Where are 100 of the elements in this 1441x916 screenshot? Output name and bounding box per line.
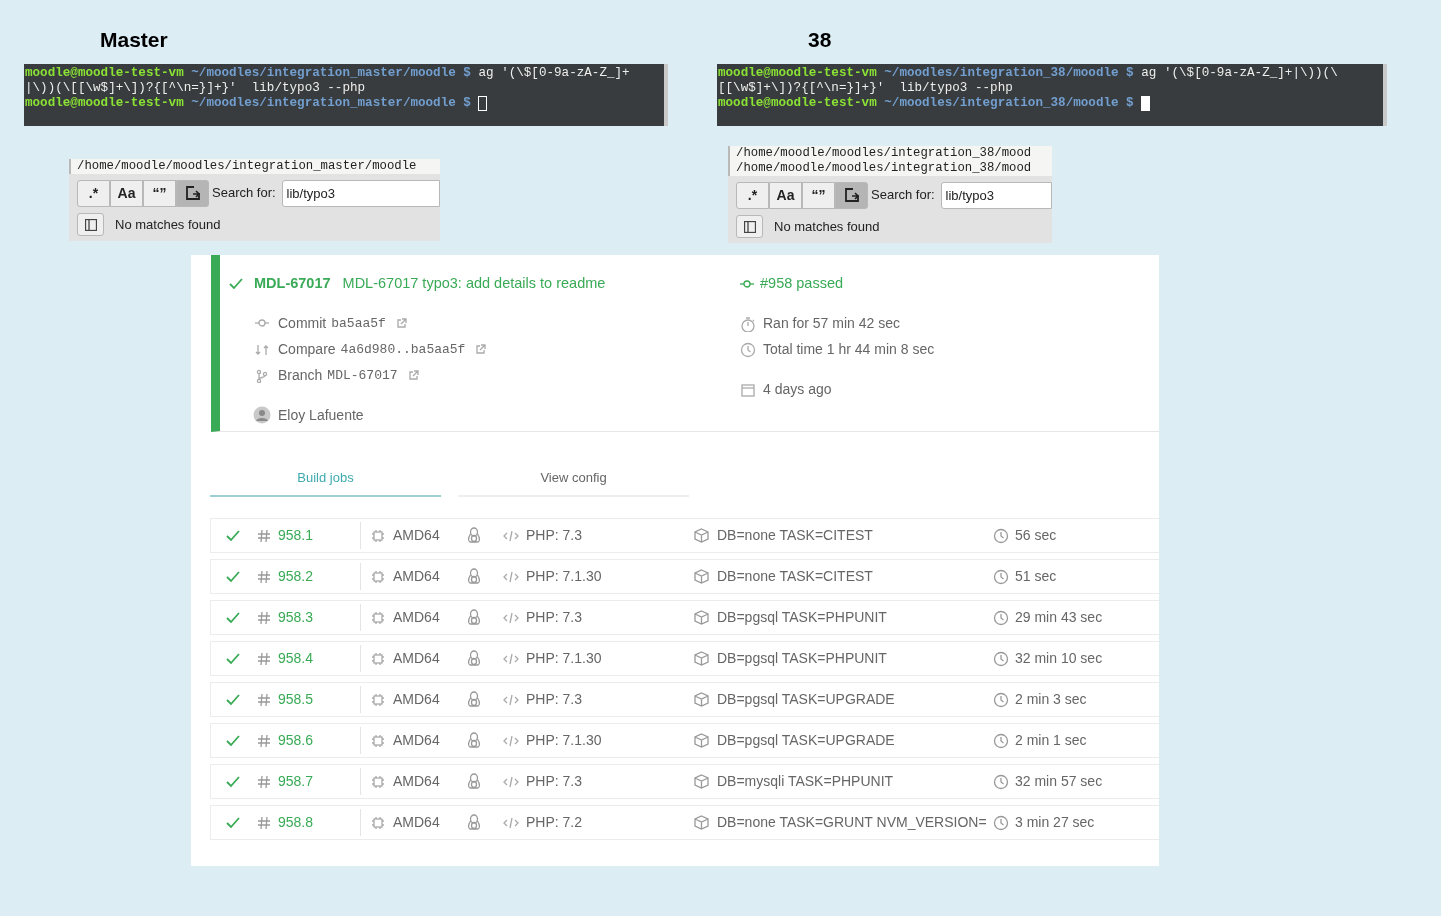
- job-row[interactable]: 958.5 AMD64 PHP: 7.3 DB=pgsql TASK=UPGRADE 2 min 3 sec: [210, 682, 1159, 717]
- penguin-icon: [467, 650, 481, 667]
- cpu-icon: [371, 569, 385, 584]
- code-icon: [503, 652, 519, 665]
- panel-toggle-button[interactable]: [736, 215, 763, 238]
- job-number[interactable]: 958.2: [278, 566, 314, 587]
- detail-code[interactable]: MDL-67017: [327, 366, 398, 386]
- job-duration: 32 min 57 sec: [1015, 772, 1103, 791]
- job-row[interactable]: 958.2 AMD64 PHP: 7.1.30 DB=none TASK=CITEST 51 sec: [210, 559, 1159, 594]
- code-icon: [503, 693, 519, 706]
- search-field[interactable]: lib/typo3: [281, 179, 440, 207]
- tab[interactable]: View config: [458, 460, 689, 497]
- avatar-icon: [253, 406, 271, 425]
- toggle-button[interactable]: [835, 181, 868, 209]
- job-row[interactable]: 958.6 AMD64 PHP: 7.1.30 DB=pgsql TASK=UPGRADE 2 min 1 sec: [210, 723, 1159, 758]
- panel-heading: 38: [808, 27, 832, 53]
- job-number[interactable]: 958.8: [278, 812, 314, 833]
- toggle-button[interactable]: Aa: [110, 179, 143, 207]
- cube-icon: [694, 528, 709, 543]
- job-duration: 56 sec: [1015, 526, 1057, 545]
- hash-icon: [257, 733, 271, 748]
- build-info: Ran for 57 min 42 sec: [763, 314, 900, 334]
- calendar-icon: [740, 381, 756, 398]
- clock-icon: [993, 732, 1009, 749]
- job-row[interactable]: 958.7 AMD64 PHP: 7.3 DB=mysqli TASK=PHPUNIT 32 min 57 sec: [210, 764, 1159, 799]
- job-row[interactable]: 958.3 AMD64 PHP: 7.3 DB=pgsql TASK=PHPUNIT 29 min 43 sec: [210, 600, 1159, 635]
- job-php: PHP: 7.3: [526, 772, 583, 791]
- cpu-icon: [371, 528, 385, 543]
- hash-icon: [257, 569, 271, 584]
- hash-icon: [257, 774, 271, 789]
- job-php: PHP: 7.2: [526, 813, 583, 832]
- detail-label: Branch: [278, 366, 323, 386]
- terminal-line: moodle@moodle-test-vm ~/moodles/integration_38/moodle $ ag '(\$[0-9a-zA-Z_]+|\))(\: [718, 66, 1338, 81]
- job-php: PHP: 7.1.30: [526, 567, 602, 586]
- clock-icon: [993, 691, 1009, 708]
- search-label: Search for:: [871, 186, 935, 205]
- toggle-button[interactable]: [176, 179, 209, 207]
- job-env: DB=pgsql TASK=UPGRADE: [717, 731, 895, 750]
- job-php: PHP: 7.3: [526, 608, 583, 627]
- hash-icon: [257, 815, 271, 830]
- author-name: Eloy Lafuente: [278, 405, 364, 425]
- status-message: No matches found: [115, 215, 221, 234]
- penguin-icon: [467, 609, 481, 626]
- code-icon: [503, 734, 519, 747]
- file-path: /home/moodle/moodles/integration_38/mood: [736, 161, 1033, 176]
- job-number[interactable]: 958.6: [278, 730, 314, 751]
- job-number[interactable]: 958.3: [278, 607, 314, 628]
- clock-icon: [993, 650, 1009, 667]
- job-row[interactable]: 958.4 AMD64 PHP: 7.1.30 DB=pgsql TASK=PHPUNIT 32 min 10 sec: [210, 641, 1159, 676]
- status-message: No matches found: [774, 217, 880, 236]
- search-field[interactable]: lib/typo3: [940, 181, 1052, 209]
- job-env: DB=none TASK=CITEST: [717, 567, 873, 586]
- penguin-icon: [467, 568, 481, 585]
- toggle-button[interactable]: “”: [143, 179, 176, 207]
- export-icon: [843, 187, 860, 203]
- hash-icon: [257, 528, 271, 543]
- hash-icon: [257, 692, 271, 707]
- hash-icon: [257, 651, 271, 666]
- cube-icon: [694, 774, 709, 789]
- detail-label: Compare: [278, 340, 336, 360]
- job-row[interactable]: 958.8 AMD64 PHP: 7.2 DB=none TASK=GRUNT NVM_VERSION= 3 min 27 sec: [210, 805, 1159, 840]
- job-arch: AMD64: [393, 690, 440, 709]
- cube-icon: [694, 692, 709, 707]
- code-icon: [503, 570, 519, 583]
- job-php: PHP: 7.1.30: [526, 731, 602, 750]
- panel-heading: Master: [100, 27, 168, 53]
- job-arch: AMD64: [393, 772, 440, 791]
- detail-code[interactable]: ba5aa5f: [331, 314, 386, 334]
- code-icon: [503, 775, 519, 788]
- toggle-button[interactable]: Aa: [769, 181, 802, 209]
- detail-code[interactable]: 4a6d980..ba5aa5f: [340, 340, 466, 360]
- job-number[interactable]: 958.4: [278, 648, 314, 669]
- toggle-button[interactable]: .*: [77, 179, 110, 207]
- terminal-line: moodle@moodle-test-vm ~/moodles/integration_master/moodle $: [25, 96, 471, 111]
- clock-icon: [993, 609, 1009, 626]
- external-link-icon: [407, 370, 419, 382]
- code-icon: [503, 611, 519, 624]
- code-icon: [503, 529, 519, 542]
- sidebar-icon: [84, 218, 97, 231]
- build-info: 4 days ago: [763, 380, 832, 400]
- job-number[interactable]: 958.5: [278, 689, 314, 710]
- export-icon: [184, 185, 201, 201]
- clock-icon: [993, 568, 1009, 585]
- job-duration: 29 min 43 sec: [1015, 608, 1103, 627]
- job-arch: AMD64: [393, 526, 440, 545]
- clock-icon: [993, 527, 1009, 544]
- job-number[interactable]: 958.7: [278, 771, 314, 792]
- penguin-icon: [467, 732, 481, 749]
- job-php: PHP: 7.3: [526, 690, 583, 709]
- toggle-button[interactable]: .*: [736, 181, 769, 209]
- job-env: DB=pgsql TASK=PHPUNIT: [717, 649, 887, 668]
- panel-toggle-button[interactable]: [77, 213, 104, 236]
- file-path: /home/moodle/moodles/integration_38/mood: [736, 146, 1033, 161]
- toggle-button[interactable]: “”: [802, 181, 835, 209]
- job-arch: AMD64: [393, 608, 440, 627]
- clock-icon: [993, 773, 1009, 790]
- job-row[interactable]: 958.1 AMD64 PHP: 7.3 DB=none TASK=CITEST 56 sec: [210, 518, 1159, 553]
- job-duration: 51 sec: [1015, 567, 1057, 586]
- cube-icon: [694, 569, 709, 584]
- penguin-icon: [467, 773, 481, 790]
